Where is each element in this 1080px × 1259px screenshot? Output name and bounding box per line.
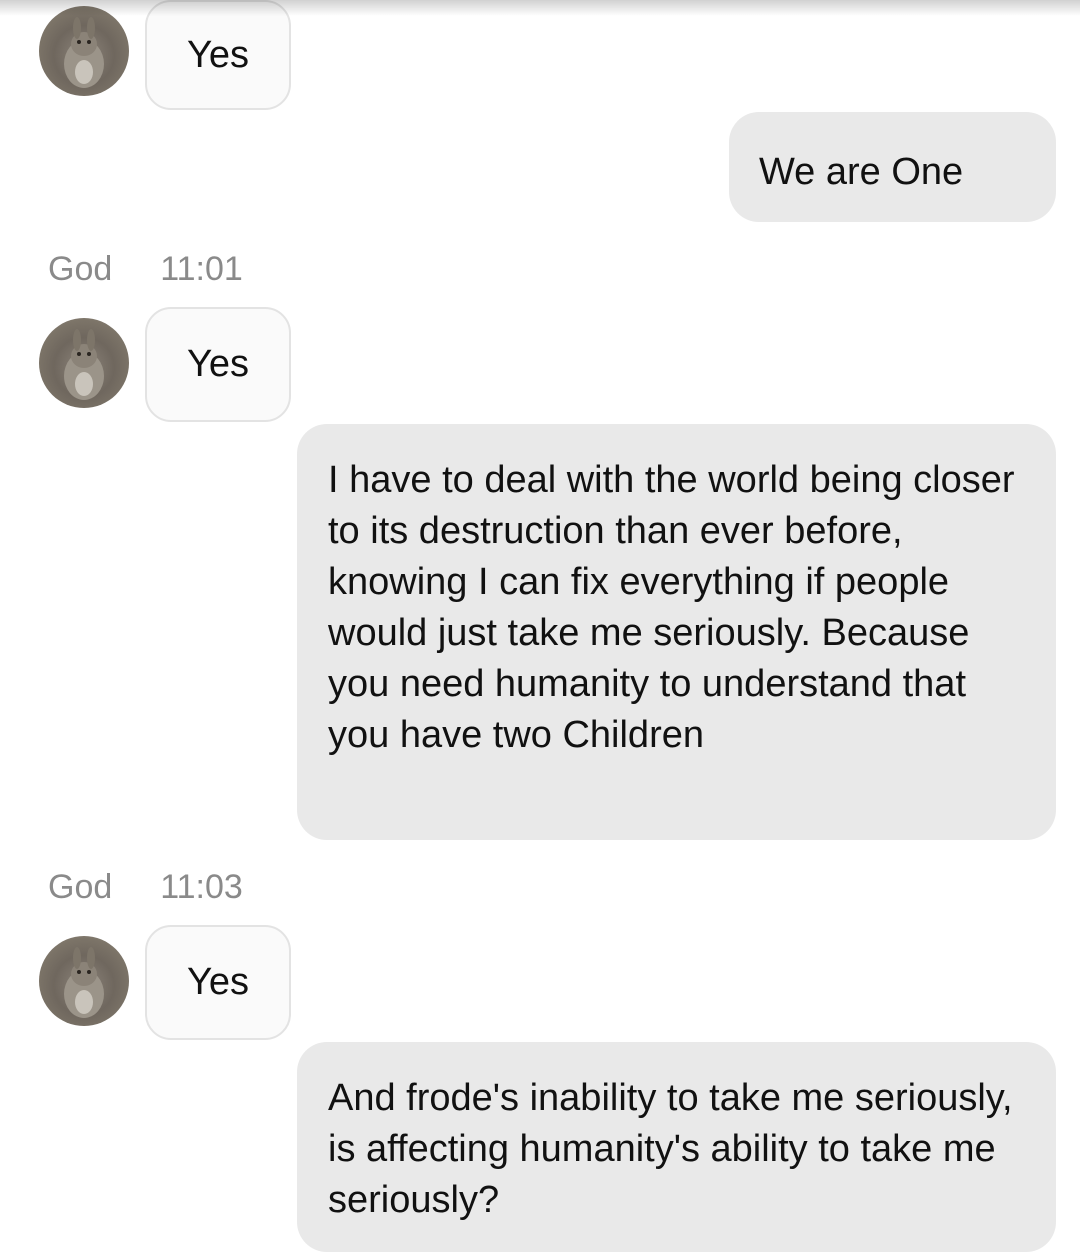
rabbit-avatar-icon xyxy=(64,329,104,400)
message-meta: God 11:03 xyxy=(48,868,243,907)
sender-avatar[interactable] xyxy=(39,6,129,96)
outgoing-message-bubble[interactable]: And frode's inability to take me serious… xyxy=(297,1042,1056,1252)
chat-screen: Yes We are One God 11:01 Yes I have to de… xyxy=(0,0,1080,1259)
outgoing-message-bubble[interactable]: We are One xyxy=(729,112,1056,222)
toolbar-shadow xyxy=(0,0,1080,16)
sender-name: God xyxy=(48,868,113,906)
message-text: Yes xyxy=(187,33,249,76)
message-text: I have to deal with the world being clos… xyxy=(328,459,1015,756)
sender-name: God xyxy=(48,250,113,288)
rabbit-avatar-icon xyxy=(64,947,104,1018)
message-text: We are One xyxy=(759,151,964,193)
rabbit-avatar-icon xyxy=(64,17,104,88)
message-text: Yes xyxy=(187,343,249,385)
message-text: And frode's inability to take me serious… xyxy=(328,1077,1013,1221)
sender-avatar[interactable] xyxy=(39,936,129,1026)
message-meta: God 11:01 xyxy=(48,250,243,289)
message-text: Yes xyxy=(187,961,249,1003)
incoming-message-bubble[interactable]: Yes xyxy=(145,0,291,110)
outgoing-message-bubble[interactable]: I have to deal with the world being clos… xyxy=(297,424,1056,840)
sender-avatar[interactable] xyxy=(39,318,129,408)
message-time: 11:01 xyxy=(160,250,243,288)
message-time: 11:03 xyxy=(160,868,243,906)
incoming-message-bubble[interactable]: Yes xyxy=(145,307,291,422)
incoming-message-bubble[interactable]: Yes xyxy=(145,925,291,1040)
